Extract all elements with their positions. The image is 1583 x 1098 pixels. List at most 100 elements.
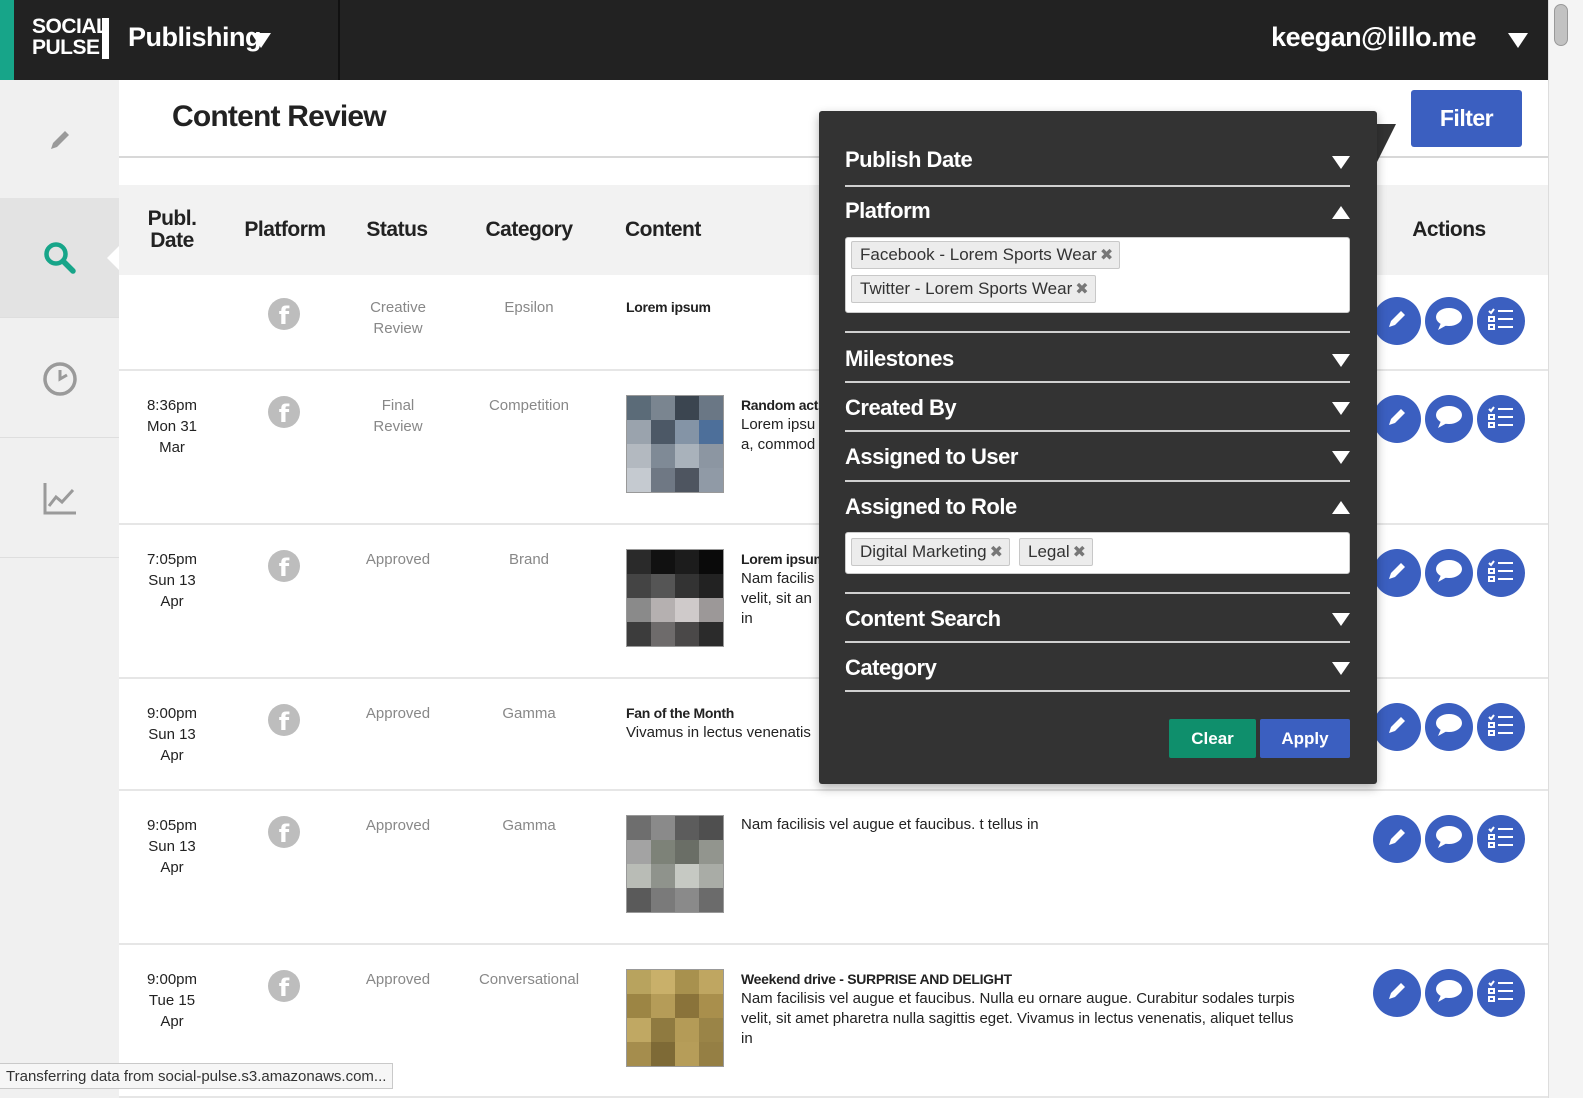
sidebar-item-search[interactable] [0, 198, 119, 318]
filter-section-platform[interactable]: Platform Facebook - Lorem Sports Wear ✖ T… [845, 187, 1350, 333]
comment-button[interactable] [1425, 969, 1473, 1017]
tag-label: Digital Marketing [860, 542, 987, 561]
sidebar-item-publish[interactable] [0, 80, 119, 200]
section-label: Assigned to Role [845, 494, 1017, 519]
role-tag[interactable]: Digital Marketing ✖ [851, 538, 1011, 566]
scrollbar[interactable] [1548, 0, 1583, 1098]
column-header-date[interactable]: Publ. Date [141, 208, 203, 252]
row-actions [1373, 969, 1525, 1017]
content-preview[interactable]: Weekend drive - SURPRISE AND DELIGHT Nam… [741, 969, 1429, 1049]
tag-label: Twitter - Lorem Sports Wear [860, 279, 1073, 298]
comment-icon [1434, 404, 1464, 435]
column-header-category[interactable]: Category [477, 219, 581, 241]
user-menu[interactable]: keegan@lillo.me [1271, 22, 1476, 53]
checklist-icon [1487, 979, 1515, 1008]
checklist-icon [1487, 559, 1515, 588]
apply-button[interactable]: Apply [1260, 719, 1350, 758]
comment-button[interactable] [1425, 549, 1473, 597]
tag-label: Legal [1028, 542, 1070, 561]
app-switcher[interactable]: Publishing [128, 22, 262, 53]
comment-button[interactable] [1425, 815, 1473, 863]
edit-button[interactable] [1373, 815, 1421, 863]
clear-button[interactable]: Clear [1169, 719, 1256, 758]
sidebar-item-schedule[interactable] [0, 318, 119, 438]
sidebar-item-analytics[interactable] [0, 438, 119, 558]
edit-button[interactable] [1373, 969, 1421, 1017]
section-label: Platform [845, 198, 931, 223]
row-actions [1373, 395, 1525, 443]
platform-tag[interactable]: Facebook - Lorem Sports Wear ✖ [851, 241, 1121, 269]
content-body-line2: velit, sit amet pharetra nulla sagittis … [741, 1010, 1294, 1027]
checklist-button[interactable] [1477, 297, 1525, 345]
category-cell: Gamma [502, 705, 556, 722]
remove-tag-icon[interactable]: ✖ [1100, 247, 1113, 264]
pencil-icon [1385, 713, 1409, 742]
row-actions [1373, 297, 1525, 345]
pencil-icon [1385, 979, 1409, 1008]
publish-time: 9:05pm [146, 817, 198, 834]
content-thumbnail[interactable] [626, 549, 724, 647]
remove-tag-icon[interactable]: ✖ [1073, 544, 1086, 561]
pencil-icon [1385, 307, 1409, 336]
scrollbar-thumb[interactable] [1554, 4, 1568, 46]
remove-tag-icon[interactable]: ✖ [1075, 281, 1088, 298]
column-header-platform[interactable]: Platform [237, 219, 333, 241]
status-cell: Approved [343, 549, 453, 570]
chevron-down-icon[interactable] [1332, 613, 1350, 626]
chevron-down-icon[interactable] [1332, 156, 1350, 169]
caret-down-icon[interactable] [1508, 33, 1528, 48]
caret-down-icon[interactable] [251, 33, 271, 48]
checklist-button[interactable] [1477, 549, 1525, 597]
content-thumbnail[interactable] [626, 815, 724, 913]
checklist-button[interactable] [1477, 703, 1525, 751]
chevron-down-icon[interactable] [1332, 662, 1350, 675]
edit-button[interactable] [1373, 297, 1421, 345]
platform-tag-input[interactable]: Facebook - Lorem Sports Wear ✖ Twitter - … [845, 237, 1350, 313]
filter-section-created-by[interactable]: Created By [845, 383, 1350, 432]
edit-button[interactable] [1373, 703, 1421, 751]
comment-icon [1434, 978, 1464, 1009]
filter-section-category[interactable]: Category [845, 643, 1350, 692]
content-preview[interactable]: Nam facilisis vel augue et faucibus. t t… [741, 815, 1429, 835]
checklist-button[interactable] [1477, 969, 1525, 1017]
edit-button[interactable] [1373, 395, 1421, 443]
filter-section-content-search[interactable]: Content Search [845, 594, 1350, 643]
content-thumbnail[interactable] [626, 969, 724, 1067]
social-pulse-logo[interactable]: SOCIAL PULSE [32, 16, 109, 62]
filter-section-milestones[interactable]: Milestones [845, 333, 1350, 383]
filter-button[interactable]: Filter [1411, 90, 1522, 147]
chevron-up-icon[interactable] [1332, 501, 1350, 514]
sidebar [0, 80, 119, 1098]
table-row[interactable]: 9:05pm Sun 13 Apr f Approved Gamma Nam fa… [119, 791, 1548, 945]
publish-date: 7:05pm Sun 13 Apr [133, 549, 211, 612]
comment-button[interactable] [1425, 297, 1473, 345]
publish-time: 9:00pm [146, 705, 198, 722]
accent-strip [0, 0, 14, 80]
checklist-button[interactable] [1477, 815, 1525, 863]
remove-tag-icon[interactable]: ✖ [990, 544, 1003, 561]
facebook-icon: f [268, 970, 300, 1002]
chevron-down-icon[interactable] [1332, 354, 1350, 367]
comment-button[interactable] [1425, 703, 1473, 751]
filter-section-assigned-role[interactable]: Assigned to Role Digital Marketing ✖ Lega… [845, 482, 1350, 594]
status-cell: Creative Review [343, 297, 453, 339]
status-line2: Review [373, 418, 423, 435]
chevron-down-icon[interactable] [1332, 451, 1350, 464]
filter-section-publish-date[interactable]: Publish Date [845, 135, 1350, 187]
platform-tag[interactable]: Twitter - Lorem Sports Wear ✖ [851, 275, 1096, 303]
checklist-button[interactable] [1477, 395, 1525, 443]
chevron-down-icon[interactable] [1332, 402, 1350, 415]
role-tag-input[interactable]: Digital Marketing ✖ Legal ✖ [845, 532, 1350, 574]
chevron-up-icon[interactable] [1332, 206, 1350, 219]
role-tag[interactable]: Legal ✖ [1019, 538, 1094, 566]
filter-section-assigned-user[interactable]: Assigned to User [845, 432, 1350, 482]
content-thumbnail[interactable] [626, 395, 724, 493]
column-header-content[interactable]: Content [625, 219, 701, 241]
clock-icon [42, 361, 77, 396]
comment-button[interactable] [1425, 395, 1473, 443]
pencil-icon [1385, 405, 1409, 434]
column-header-status[interactable]: Status [355, 219, 439, 241]
edit-button[interactable] [1373, 549, 1421, 597]
status-cell: Approved [343, 815, 453, 836]
status-line1: Creative [370, 299, 426, 316]
